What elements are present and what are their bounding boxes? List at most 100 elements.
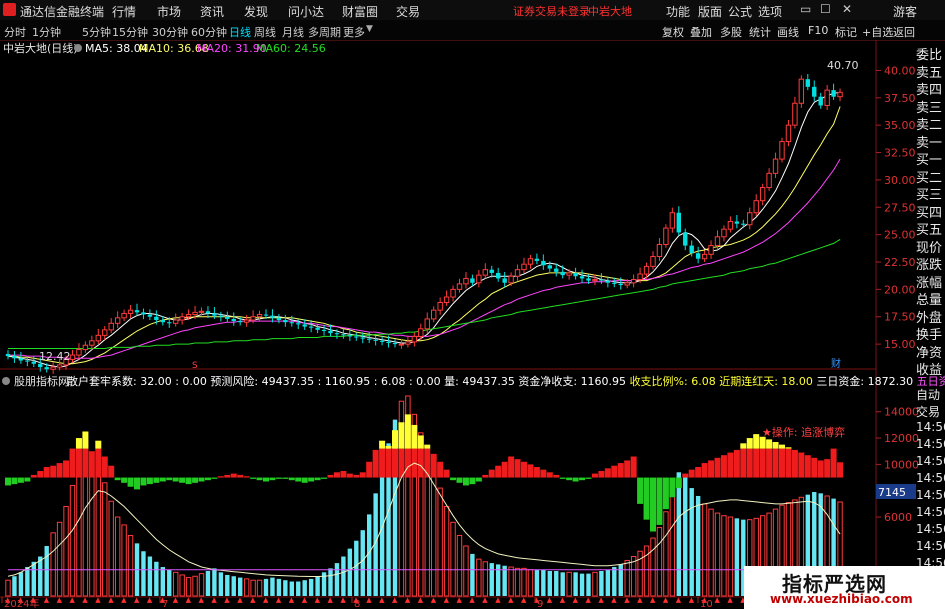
candle-body-up [411, 335, 418, 343]
login-status[interactable]: 证券交易未登录 [513, 3, 590, 19]
btn-fanhui[interactable]: 返回 [893, 24, 915, 40]
btn-duogu[interactable]: 多股 [720, 24, 742, 40]
fund-bar-yellow [379, 440, 386, 449]
indicator2-settings-icon[interactable] [2, 377, 10, 385]
fund-bar-red [101, 456, 108, 478]
period-30min[interactable]: 30分钟 [152, 24, 188, 40]
volume-bar-down [586, 573, 591, 596]
fund-bar-red [108, 465, 115, 478]
fund-bar-red [443, 469, 450, 478]
candle-body-up [95, 334, 101, 342]
fund-bar-yellow [759, 436, 766, 449]
window-close-icon[interactable]: ✕ [842, 2, 852, 16]
period-60min[interactable]: 60分钟 [191, 24, 227, 40]
window-minimize-icon[interactable]: ▭ [800, 2, 811, 16]
candle-body-down [147, 314, 153, 317]
period-monthly[interactable]: 月线 [282, 24, 304, 40]
more-dropdown-icon[interactable]: ▼ [366, 24, 373, 34]
btn-fuquan[interactable]: 复权 [662, 24, 684, 40]
indicator-settings-icon[interactable] [74, 44, 82, 52]
indicator-legend-value: 1872.30 [868, 375, 914, 388]
volume-bar-up [121, 524, 127, 597]
operation-annotation: ★操作: 追涨博弈 [762, 425, 845, 439]
legend-ma60: MA60: 24.56 [256, 42, 326, 55]
menu-jiaoyi[interactable]: 交易 [396, 3, 420, 20]
btn-f10[interactable]: F10 [808, 24, 828, 37]
btn-diejia[interactable]: 叠加 [690, 24, 712, 40]
price-tick-label: 25.00 [884, 229, 916, 242]
fund-bar-red [817, 460, 824, 478]
trade-label-4: 14:56 [916, 454, 945, 468]
candle-body-down [354, 336, 359, 338]
period-15min[interactable]: 15分钟 [112, 24, 148, 40]
menu-caifuquan[interactable]: 财富圈 [342, 3, 378, 20]
price-tick-label: 20.00 [884, 283, 916, 296]
signal-arrow: ▲ [418, 596, 424, 604]
side-label-4: 卖二 [916, 118, 943, 133]
candle-body-down [12, 356, 17, 359]
stock-chart[interactable]: 中岩大地(日线) MA5: 38.04 MA10: 36.68 MA20: 31… [0, 40, 945, 609]
indicator-legend-value: 6.08 [691, 375, 716, 388]
trade-label-0: 自动 [916, 388, 941, 402]
menu-banmian[interactable]: 版面 [698, 3, 722, 20]
candle-body-up [250, 316, 256, 321]
fund-bar-red [824, 459, 831, 478]
fund-bar-red [327, 474, 334, 478]
menu-hangqing[interactable]: 行情 [112, 3, 136, 20]
fund-bar-yellow [411, 424, 418, 449]
period-more[interactable]: 更多 [343, 24, 365, 40]
trade-label-5: 14:56 [916, 471, 945, 485]
indicator-legend-label: 资金净收支: [518, 374, 580, 388]
period-1min[interactable]: 1分钟 [32, 24, 61, 40]
volume-bar-up [527, 569, 534, 597]
fund-bar-red [791, 449, 798, 478]
menu-xuanxiang[interactable]: 选项 [758, 3, 782, 20]
volume-bar-up [76, 461, 82, 597]
menu-gongneng[interactable]: 功能 [666, 3, 690, 20]
window-restore-icon[interactable]: ☐ [820, 2, 831, 16]
period-fenshi[interactable]: 分时 [4, 24, 26, 40]
period-5min[interactable]: 5分钟 [82, 24, 111, 40]
signal-arrow: ▲ [624, 596, 630, 604]
fund-bar-red [514, 459, 521, 478]
period-daily[interactable]: 日线 [229, 24, 251, 40]
menu-shichang[interactable]: 市场 [157, 3, 181, 20]
btn-tongji[interactable]: 统计 [749, 24, 771, 40]
fund-bar-green [456, 477, 463, 483]
candle-body-up [747, 212, 753, 226]
candle-body-up [50, 366, 56, 370]
signal-arrow: ▲ [44, 596, 50, 604]
user-guest[interactable]: 游客 [893, 3, 917, 20]
signal-arrow: ▲ [340, 596, 346, 604]
volume-bar-down [25, 567, 30, 596]
btn-biaoji[interactable]: 标记 [835, 24, 857, 40]
candle-body-up [173, 319, 179, 324]
volume-bar-down [354, 540, 359, 596]
volume-bar-down [618, 564, 623, 596]
menu-faxian[interactable]: 发现 [244, 3, 268, 20]
candle-body-up [566, 272, 572, 276]
indicator-legend: 散户套牢系数: 32.00 : 0.00 预测风险: 49437.35 : 11… [67, 374, 945, 388]
volume-bar-down [167, 569, 172, 596]
period-weekly[interactable]: 周线 [254, 24, 276, 40]
date-tick-label: 7 [162, 599, 168, 609]
btn-zixuan[interactable]: +自选 [862, 24, 893, 40]
fund-bar-green [559, 477, 566, 479]
volume-bar-down [547, 570, 552, 596]
fund-bar-red [417, 448, 424, 478]
ma-line-ma20 [8, 158, 841, 359]
menu-zixun[interactable]: 资讯 [200, 3, 224, 20]
btn-huaxian[interactable]: 画线 [777, 24, 799, 40]
candle-body-down [31, 361, 36, 364]
fund-bar-red [830, 448, 837, 478]
volume-bar-up [114, 516, 121, 597]
candle-body-up [431, 309, 437, 320]
menu-gongshi[interactable]: 公式 [728, 3, 752, 20]
ind-tick-label: 12000 [884, 432, 919, 445]
fund-bar-red [217, 476, 224, 478]
fund-bar-red [708, 460, 715, 478]
signal-arrow: ▲ [224, 596, 230, 604]
trade-label-3: 14:56 [916, 437, 945, 451]
period-multi[interactable]: 多周期 [308, 24, 341, 40]
menu-wenxiaoda[interactable]: 问小达 [288, 3, 324, 20]
